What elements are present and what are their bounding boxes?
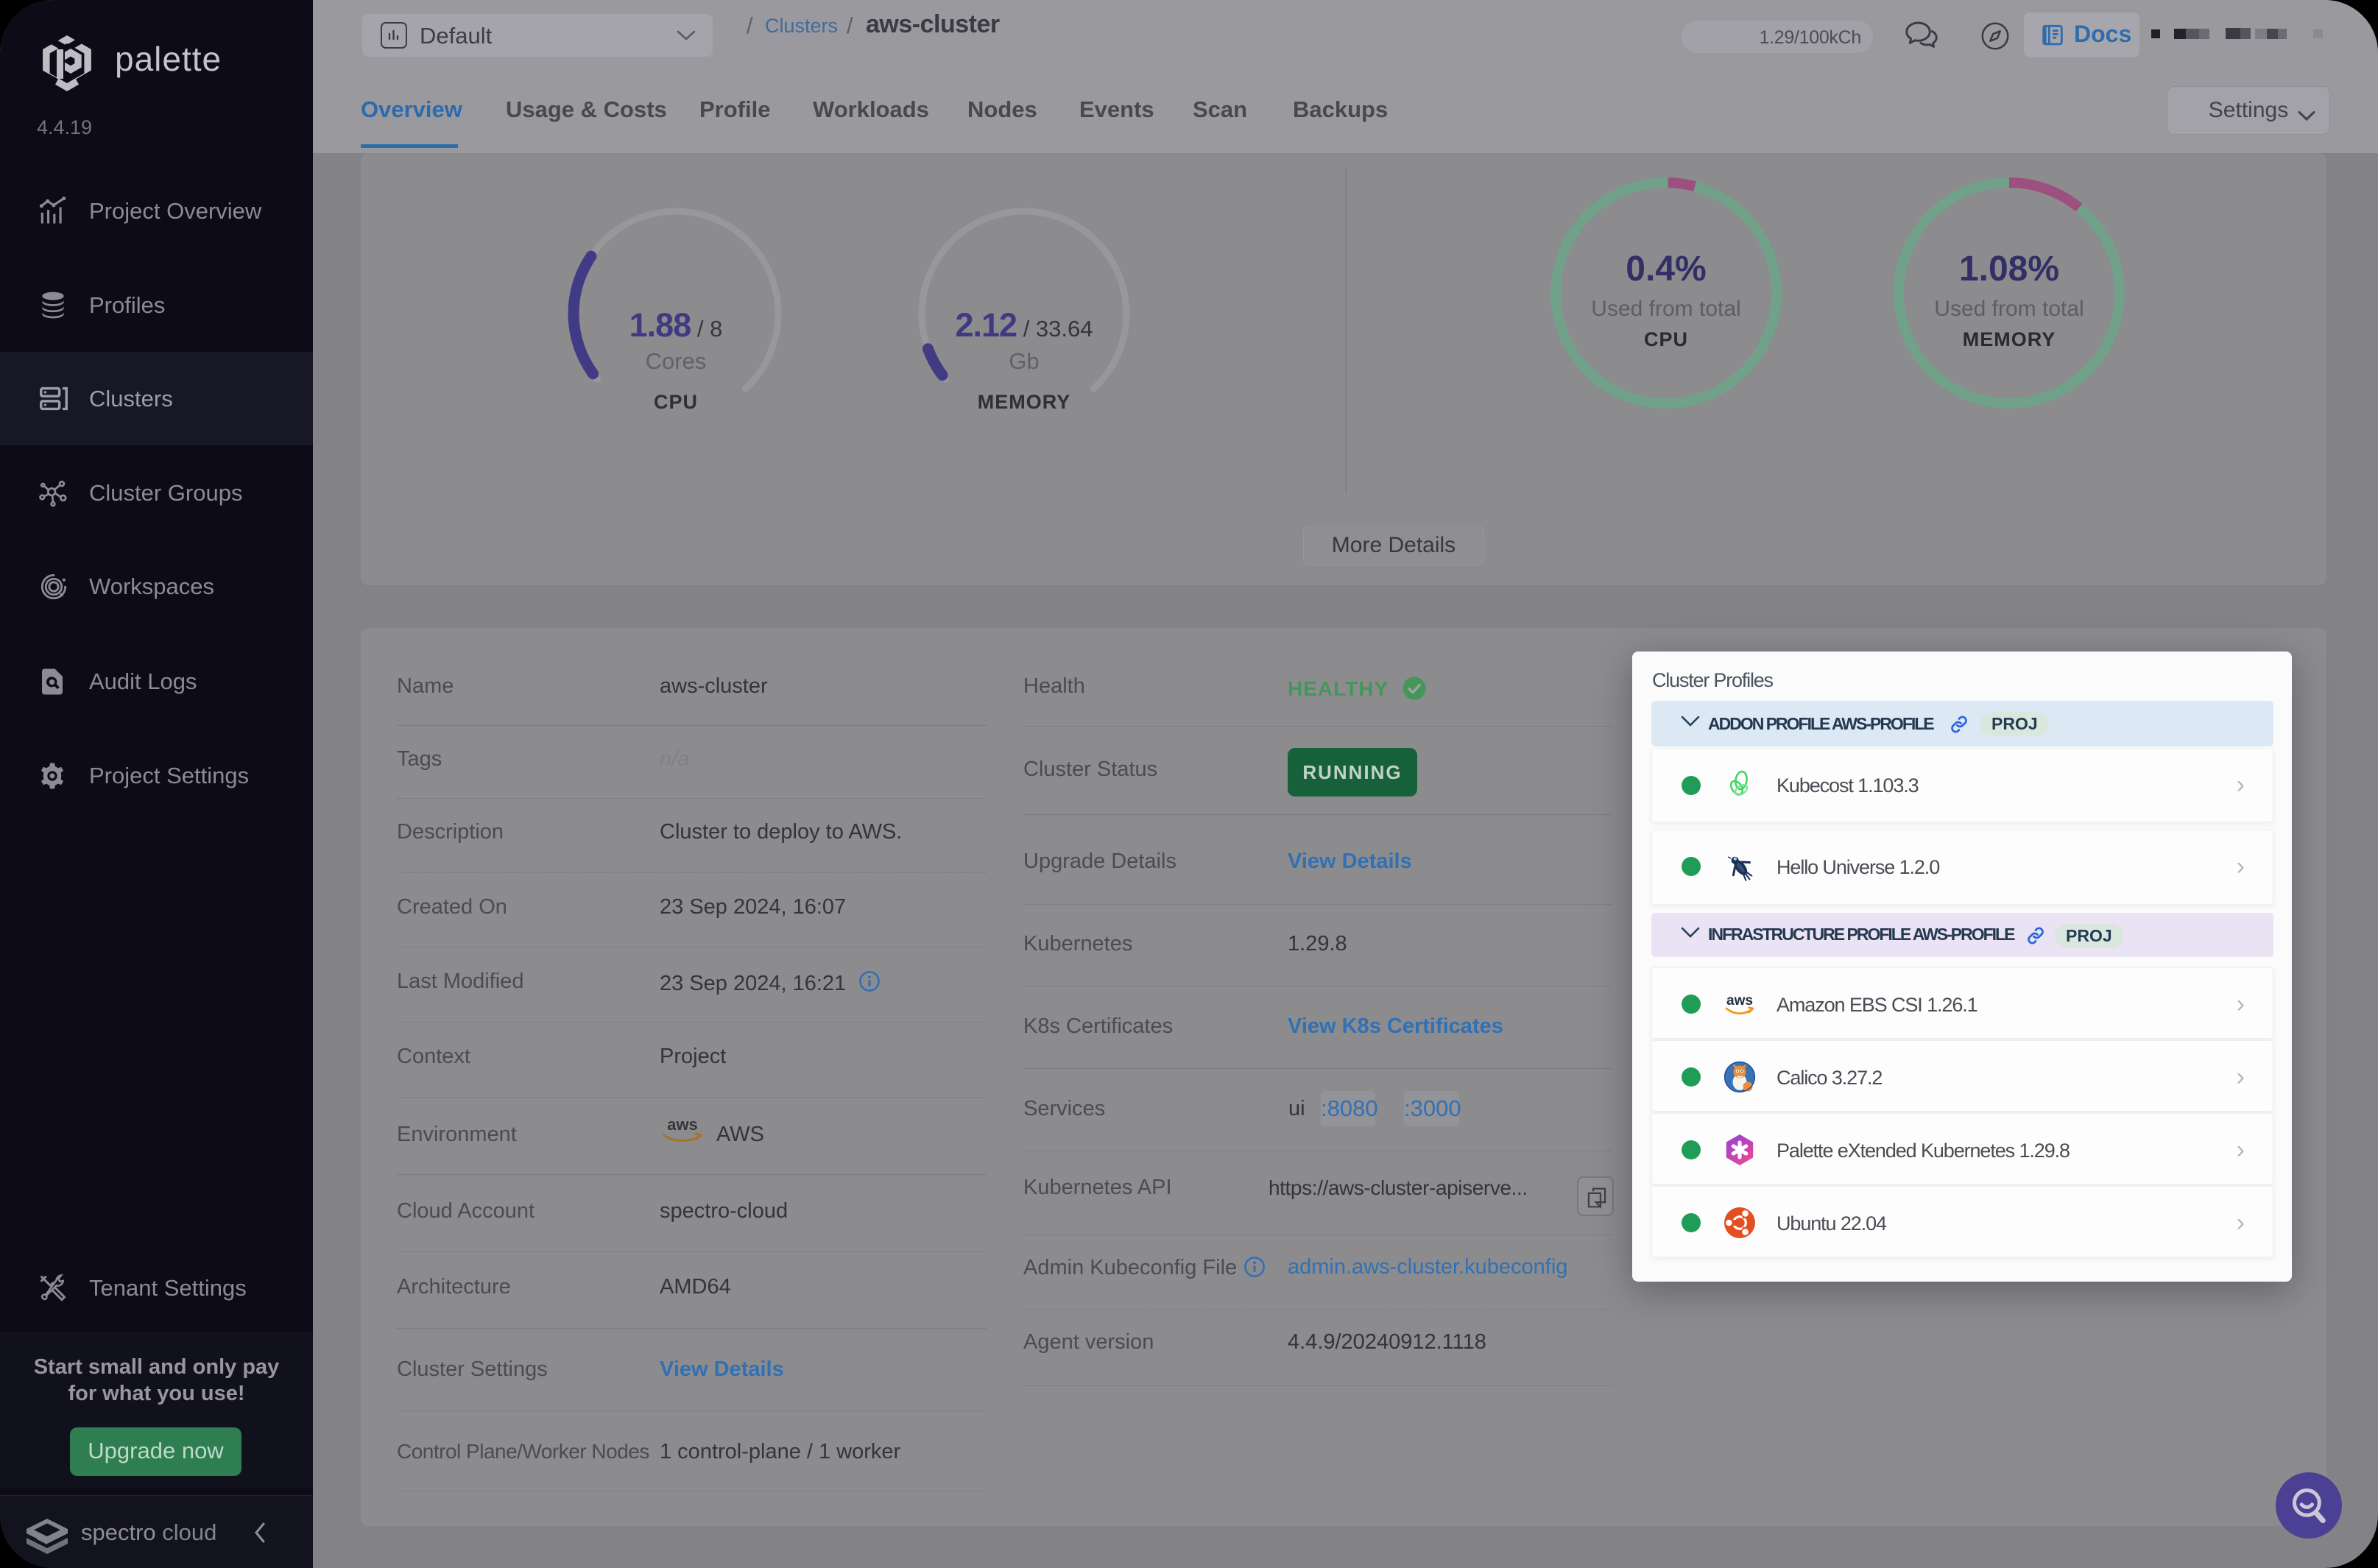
svg-text:aws: aws [1726, 993, 1753, 1009]
svg-text:aws: aws [667, 1115, 698, 1134]
